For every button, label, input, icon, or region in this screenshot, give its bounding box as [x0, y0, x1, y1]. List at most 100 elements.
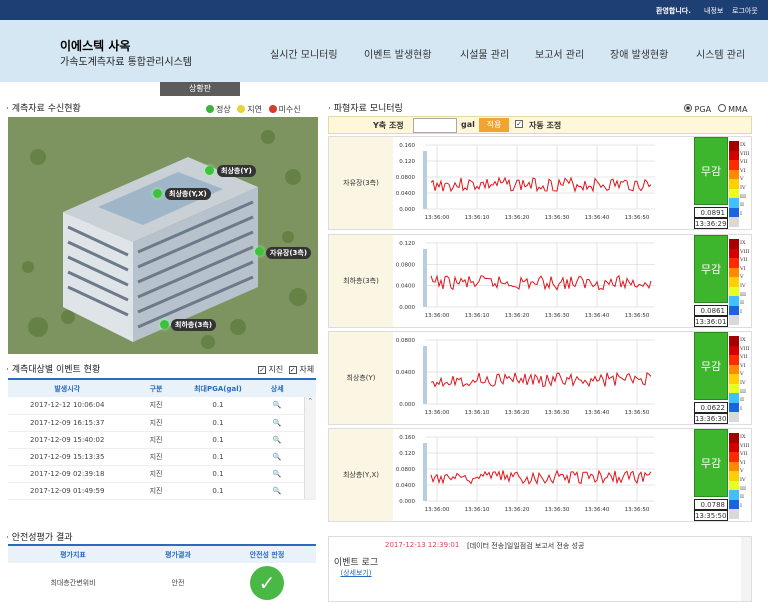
x-tick-label: 13:36:40	[585, 410, 610, 416]
magnifier-icon[interactable]: 🔍	[250, 482, 305, 500]
unit-toggle: PGA MMA	[684, 104, 747, 114]
panel-label: 최상층(Y)	[329, 332, 393, 424]
tab-dashboard[interactable]: 상황판	[160, 82, 240, 96]
intensity-status: 무감	[694, 332, 728, 400]
section-receive-title: · 계측자료 수신현황	[6, 104, 81, 114]
intensity-scale-labels: IX VIII VII VI V IV III II I	[740, 142, 750, 217]
y-tick-label: 0.160	[399, 435, 415, 441]
y-tick-label: 0.000	[399, 499, 415, 505]
intensity-scale-labels: IX VIII VII VI V IV III II I	[740, 337, 750, 412]
y-tick-label: 0.000	[399, 402, 415, 408]
x-tick-label: 13:36:40	[585, 507, 610, 513]
waveform-line	[430, 469, 652, 486]
table-row[interactable]: 2017-12-09 15:40:02 지진 0.1 🔍	[8, 431, 316, 449]
nav-events[interactable]: 이벤트 발생현황	[364, 46, 432, 61]
apply-button[interactable]: 적용	[479, 118, 509, 132]
intensity-scale	[729, 239, 739, 325]
waveform-line	[430, 274, 652, 291]
x-tick-label: 13:36:20	[505, 507, 530, 513]
pga-time: 13:36:29	[694, 218, 728, 229]
waveform-chart: 0.160 0.120 0.0800 0.0400 0.000 13:36:00 13:36…	[396, 435, 655, 513]
y-tick-label: 0.120	[399, 451, 415, 457]
nav-system[interactable]: 시스템 관리	[696, 46, 745, 61]
log-scrollbar[interactable]	[741, 537, 751, 601]
nav-reports[interactable]: 보고서 관리	[535, 46, 584, 61]
sensor-dot-icon[interactable]	[255, 247, 264, 256]
waveform-line	[430, 371, 652, 388]
y-tick-label: 0.0400	[396, 191, 416, 197]
col-header-type[interactable]: 구분	[126, 378, 186, 397]
x-tick-label: 13:36:00	[425, 410, 450, 416]
y-tick-label: 0.000	[399, 305, 415, 311]
magnifier-icon[interactable]: 🔍	[250, 431, 305, 449]
x-tick-label: 13:36:00	[425, 507, 450, 513]
nav-faults[interactable]: 장애 발생현황	[610, 46, 668, 61]
intensity-scale	[729, 141, 739, 227]
y-tick-label: 0.0400	[396, 370, 416, 376]
x-tick-label: 13:36:50	[625, 507, 650, 513]
col-header-time[interactable]: 발생시각	[8, 378, 127, 397]
y-tick-label: 0.120	[399, 159, 415, 165]
sensor-label-free-field[interactable]: 자유장(3측)	[266, 247, 312, 259]
table-row[interactable]: 2017-12-12 10:06:04 지진 0.1 🔍 ⌃	[8, 397, 316, 500]
intensity-scale	[729, 336, 739, 422]
mma-radio[interactable]	[717, 104, 726, 112]
self-checkbox[interactable]: ✓	[288, 366, 297, 374]
check-icon: ✓	[250, 566, 284, 600]
nav-realtime[interactable]: 실시간 모니터링	[270, 46, 338, 61]
site-title[interactable]: 이에스텍 사옥	[60, 37, 130, 54]
auto-adjust-checkbox[interactable]: ✓	[515, 120, 523, 128]
x-tick-label: 13:36:40	[585, 215, 610, 221]
building-map: 최상층(Y) 최상층(Y,X) 자유장(3측) 최하층(3측)	[8, 117, 318, 354]
table-row[interactable]: 2017-12-09 16:15:37 지진 0.1 🔍	[8, 414, 316, 432]
intensity-status: 무감	[694, 137, 728, 205]
sensor-dot-icon[interactable]	[160, 320, 169, 329]
site-subtitle: 가속도계측자료 통합관리시스템	[60, 57, 192, 68]
event-log: 이벤트 로그 (상세보기) 2017-12-13 12:39:01 [데이터 전송…	[328, 536, 752, 602]
y-tick-label: 0.0400	[396, 284, 416, 290]
magnifier-icon[interactable]: 🔍	[250, 414, 305, 432]
sensor-dot-icon[interactable]	[153, 189, 162, 198]
x-tick-label: 13:36:10	[465, 313, 490, 319]
table-row[interactable]: 2017-12-09 01:49:59 지진 0.1 🔍	[8, 482, 316, 500]
col-header-pga[interactable]: 최대PGA(gal)	[185, 378, 251, 397]
sensor-label-bottom[interactable]: 최하층(3측)	[171, 319, 217, 331]
x-tick-label: 13:36:20	[505, 313, 530, 319]
logout-link[interactable]: 로그아웃	[732, 6, 758, 16]
y-axis-input[interactable]	[413, 118, 457, 133]
scrollbar[interactable]: ⌃	[303, 397, 316, 500]
waveform-chart: 0.120 0.0800 0.0400 0.000 13:36:00 13:36:10 13…	[396, 241, 655, 319]
sensor-label-top-yx[interactable]: 최상층(Y,X)	[165, 188, 211, 200]
delay-dot-icon	[237, 105, 246, 113]
my-info-link[interactable]: 내정보	[704, 6, 723, 16]
sensor-label-top-y[interactable]: 최상층(Y)	[217, 165, 256, 177]
waveform-line	[430, 176, 652, 194]
table-row[interactable]: 2017-12-09 02:39:18 지진 0.1 🔍	[8, 465, 316, 483]
x-tick-label: 13:36:30	[545, 313, 570, 319]
quake-checkbox[interactable]: ✓	[258, 366, 266, 374]
waveform-panel: 최상층(Y) 무감 0.0622 13:36:30 IX VIII VII VI V IV III I…	[328, 331, 752, 425]
y-tick-label: 0.120	[399, 241, 415, 247]
y-tick-label: 0.000	[399, 207, 415, 213]
col-header-detail[interactable]: 상세	[250, 378, 305, 397]
y-tick-label: 0.0400	[396, 483, 416, 489]
event-log-label: 이벤트 로그	[333, 558, 379, 568]
y-tick-label: 0.0800	[396, 467, 416, 473]
y-tick-label: 0.0800	[396, 175, 416, 181]
magnifier-icon[interactable]: 🔍	[250, 448, 305, 466]
pga-time: 13:35:50	[694, 510, 728, 521]
sensor-dot-icon[interactable]	[205, 166, 214, 175]
x-tick-label: 13:36:50	[625, 313, 650, 319]
log-time: 2017-12-13 12:39:01	[385, 541, 460, 549]
x-tick-label: 13:36:20	[505, 215, 530, 221]
magnifier-icon[interactable]: 🔍	[250, 465, 305, 483]
log-detail-link[interactable]: (상세보기)	[340, 569, 371, 577]
event-table: 발생시각 구분 최대PGA(gal) 상세 2017-12-12 10:06:04 지진…	[8, 378, 316, 500]
magnifier-icon[interactable]: 🔍	[250, 397, 305, 415]
pga-value: 0.0891	[694, 207, 728, 218]
top-bar: 환영합니다. 내정보 로그아웃	[0, 0, 768, 20]
nav-facilities[interactable]: 시설물 관리	[460, 46, 509, 61]
table-row[interactable]: 2017-12-09 15:13:35 지진 0.1 🔍	[8, 448, 316, 466]
waveform-chart: 0.0800 0.0400 0.000 13:36:00 13:36:10 13:36:2…	[396, 338, 655, 416]
pga-radio[interactable]	[684, 104, 692, 112]
